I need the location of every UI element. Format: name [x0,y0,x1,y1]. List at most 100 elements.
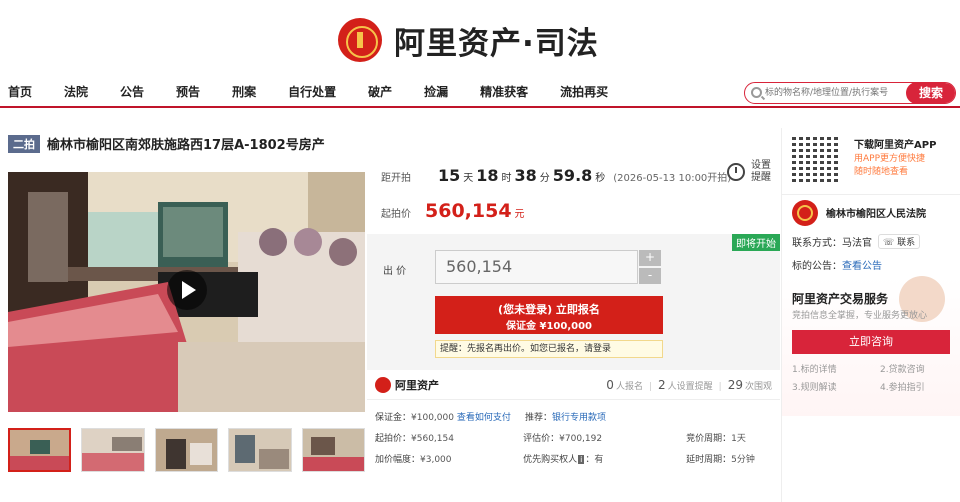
round-tag: 二拍 [8,134,40,153]
thumbnail[interactable] [81,428,145,472]
delay-value: 5分钟 [731,455,755,465]
start-label: 起拍价： [375,434,412,444]
info-icon[interactable]: i [578,455,585,464]
start-price-label: 起拍价 [381,209,411,220]
deposit-value: ¥100,000 [411,413,454,423]
start-time: (2026-05-13 10:00开拍) [613,173,732,184]
period-label: 竞价周期： [686,434,732,444]
play-video-icon[interactable] [167,270,207,310]
search-bar: 搜索 [744,82,956,104]
thumbnail[interactable] [154,428,219,472]
recommend-label: 推荐： [525,413,553,423]
app-download[interactable]: 下载阿里资产APP 用APP更方便快捷 随时随地查看 [792,134,936,182]
countdown-hours: 18 [476,166,499,185]
priority-value: ：有 [585,455,604,465]
reminder-count: 2 [658,378,666,392]
countdown-minutes: 38 [514,166,537,185]
search-icon [751,87,762,98]
countdown-seconds: 59.8 [552,166,593,185]
thumbnail[interactable] [301,428,365,472]
nav-item-court[interactable]: 法院 [64,83,88,100]
start-price: 起拍价 560,154 元 [381,200,525,222]
bid-label: 出 价 [383,266,407,277]
nav-item-home[interactable]: 首页 [8,83,32,100]
notice-row: 标的公告：查看公告 [792,257,882,272]
court-info[interactable]: 榆林市榆阳区人民法院 [782,194,960,230]
nav-item-rebuy[interactable]: 流拍再买 [560,83,608,100]
divider: | [718,382,722,392]
start-value: ¥560,154 [411,434,454,444]
service-title: 阿里资产交易服务 [792,292,889,306]
start-price-unit: 元 [514,209,525,220]
hours-unit: 时 [501,173,512,184]
assess-value: ¥700,192 [559,434,603,444]
app-sub2: 随时随地查看 [854,167,909,177]
nav-item-self-disposal[interactable]: 自行处置 [288,83,336,100]
court-name: 榆林市榆阳区人民法院 [826,209,926,220]
stats: 0 人报名 | 2 人设置提醒 | 29 次围观 [600,378,772,392]
start-price-value: 560,154 [425,200,512,222]
thumbnail[interactable] [8,428,72,472]
reminder-count-label: 人设置提醒 [667,382,713,392]
faq-item[interactable]: 1.标的详情 [792,362,880,375]
countdown-days: 15 [438,166,461,185]
nav-item-bankruptcy[interactable]: 破产 [368,83,392,100]
view-count: 29 [727,378,743,392]
bid-tip: 提醒：先报名再出价。如您已报名，请登录 [435,340,663,358]
delay-label: 延时周期： [686,455,732,465]
minutes-unit: 分 [539,173,550,184]
divider: | [648,382,652,392]
court-emblem-icon [792,199,818,226]
faq-item[interactable]: 4.参拍指引 [880,380,952,393]
brand-name: 阿里资产 [395,379,439,392]
bid-amount-input[interactable]: 560,154 [435,250,638,284]
signup-count-label: 人报名 [615,382,643,392]
app-sub1: 用APP更方便快捷 [854,154,926,164]
nav-item-notice[interactable]: 公告 [120,83,144,100]
faq-links: 1.标的详情 2.贷款咨询 3.规则解读 4.参拍指引 [792,362,952,393]
deposit-label: 保证金 ¥100,000 [506,321,592,332]
service-subtitle: 竞拍信息全掌握，专业服务更放心 [792,311,928,321]
thumbnail[interactable] [228,428,292,472]
signup-label: (您未登录) 立即报名 [498,303,600,316]
ali-logo-icon [375,377,391,393]
deposit-label: 保证金： [375,413,412,423]
reminder-line1: 设置 [751,160,771,171]
contact-row: 联系方式： 马法官 ☏ 联系 [792,234,921,249]
set-reminder-button[interactable]: 设置 提醒 [727,160,771,184]
how-to-pay-link[interactable]: 查看如何支付 [457,413,511,423]
view-count-label: 次围观 [744,382,772,392]
site-header: 阿里资产·司法 [0,0,960,78]
service-panel: 阿里资产交易服务 竞拍信息全掌握，专业服务更放心 立即咨询 1.标的详情 2.贷… [782,276,960,416]
app-title: 下载阿里资产APP [854,140,937,151]
priority-label: 优先购买权人 [523,455,578,465]
nav-item-criminal[interactable]: 刑案 [232,83,256,100]
logo-text: 阿里资产·司法 [394,25,599,62]
step-value: ¥3,000 [420,455,452,465]
faq-item[interactable]: 3.规则解读 [792,380,880,393]
item-title: 榆林市榆阳区南郊肤施路西17层A-1802号房产 [47,138,325,153]
countdown-label: 距开拍 [381,173,411,184]
site-logo[interactable]: 阿里资产·司法 [338,16,599,64]
view-notice-link[interactable]: 查看公告 [842,261,882,272]
brand-row: 阿里资产 0 人报名 | 2 人设置提醒 | 29 次围观 [367,370,780,400]
search-button[interactable]: 搜索 [906,83,955,103]
countdown: 距开拍 15 天 18 时 38 分 59.8 秒 (2026-05-13 10:00开… [381,166,731,185]
seconds-unit: 秒 [595,173,606,184]
contact-button[interactable]: ☏ 联系 [878,234,921,249]
increase-bid-button[interactable]: + [639,250,661,266]
bank-funds-link[interactable]: 银行专用款项 [552,413,606,423]
signup-count: 0 [606,378,614,392]
status-badge: 即将开始 [732,234,780,251]
nav-item-bargain[interactable]: 捡漏 [424,83,448,100]
decrease-bid-button[interactable]: - [639,268,661,284]
ali-assets-logo: 阿里资产 [375,377,439,393]
nav-item-customers[interactable]: 精准获客 [480,83,528,100]
nav-item-preview[interactable]: 预告 [176,83,200,100]
thumbnail-strip [8,428,365,474]
consult-button[interactable]: 立即咨询 [792,330,950,354]
search-input[interactable] [765,85,905,101]
faq-item[interactable]: 2.贷款咨询 [880,362,952,375]
days-unit: 天 [463,173,474,184]
signup-button[interactable]: (您未登录) 立即报名 保证金 ¥100,000 [435,296,663,334]
